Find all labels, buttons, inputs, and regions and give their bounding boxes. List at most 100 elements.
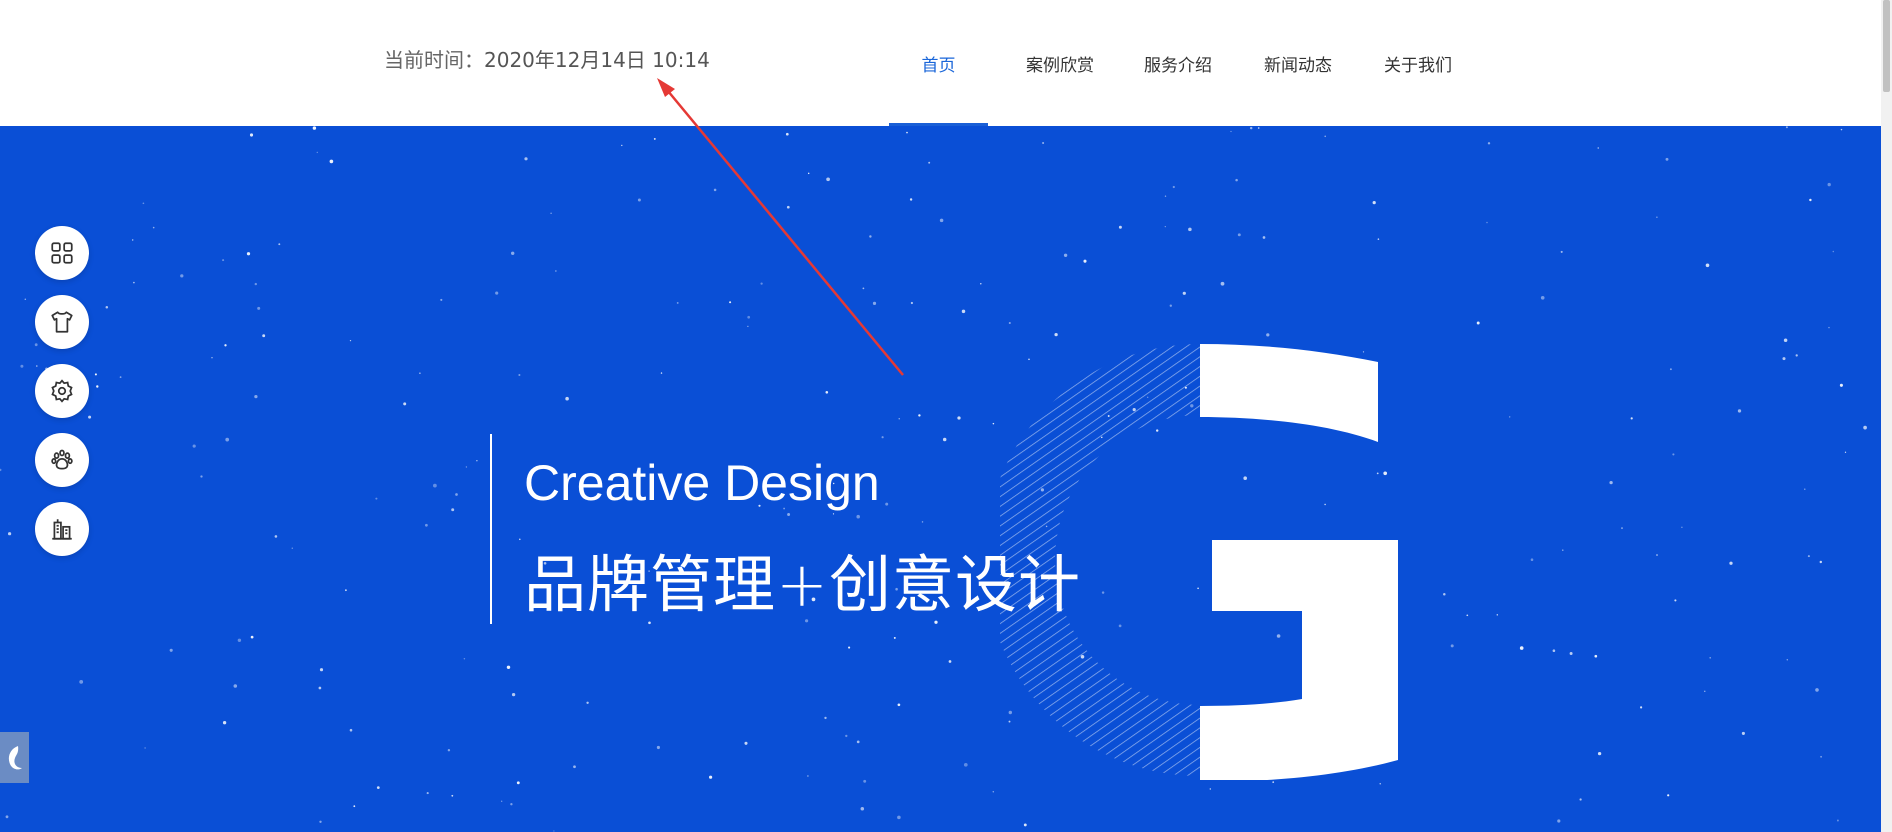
star [1220,281,1225,286]
star [729,301,732,304]
star [881,436,884,439]
star [1063,253,1068,257]
nav-item-services[interactable]: 服务介绍 [1128,0,1228,126]
star [1665,157,1669,161]
star [1450,644,1454,648]
star [980,283,982,285]
building-icon [52,519,72,540]
star [1795,354,1798,357]
star [637,198,641,202]
star [1674,599,1677,602]
star [224,344,227,347]
star [133,281,135,284]
star [906,131,908,134]
star [222,721,227,725]
star [1840,128,1843,131]
star [1704,690,1706,692]
star [1164,195,1167,197]
star [856,514,860,519]
hero-banner: Creative Design 品牌管理+创意设计 [0,126,1881,832]
star [573,765,576,769]
star [826,177,830,182]
star [1508,416,1511,418]
star [1519,646,1524,650]
star [291,547,294,550]
star [5,815,9,819]
star [1054,332,1058,337]
nav-item-label: 案例欣赏 [1026,55,1094,76]
star [1466,614,1469,617]
star [1786,659,1789,661]
star [349,339,352,342]
star [676,301,679,304]
star [1262,236,1266,239]
star [1569,652,1573,655]
page-scrollbar[interactable] [1881,0,1892,832]
star [0,468,2,472]
star [957,416,961,420]
star [856,740,860,744]
star [1782,357,1786,361]
star [222,259,225,262]
star [709,775,713,779]
star [476,459,478,462]
side-button-building[interactable] [35,502,89,556]
star [785,132,789,136]
star [1804,488,1806,490]
star [863,779,867,783]
star [1705,263,1710,268]
nav-item-cases[interactable]: 案例欣赏 [1010,0,1110,126]
side-button-grid[interactable] [35,226,89,280]
star [824,716,827,720]
star [744,741,748,745]
star [893,636,896,639]
star [1597,751,1602,756]
star [1809,198,1812,202]
star [1594,654,1598,658]
star [88,415,92,419]
star [169,648,173,652]
nav-item-home[interactable]: 首页 [889,0,988,126]
star [180,274,184,278]
star [713,188,717,192]
star [1164,225,1166,228]
star [1815,688,1819,692]
star [1783,338,1788,343]
hero-title-en: Creative Design [524,455,880,511]
star [440,298,443,301]
corner-widget[interactable] [0,732,29,783]
star [318,686,322,690]
side-button-settings[interactable] [35,364,89,418]
star [426,792,429,795]
side-button-paw[interactable] [35,433,89,487]
star [254,394,258,399]
hero-title-cn: 品牌管理+创意设计 [524,548,1081,621]
star [524,157,528,161]
scrollbar-thumb[interactable] [1883,0,1890,92]
nav-item-news[interactable]: 新闻动态 [1248,0,1348,126]
star [1839,383,1843,387]
star [898,418,900,420]
star [1237,233,1241,237]
star [1249,126,1253,130]
star [869,235,872,238]
side-button-apparel[interactable] [35,295,89,349]
star [832,513,835,515]
star [1552,649,1556,652]
star [8,532,12,536]
star [992,791,995,793]
star [848,646,851,649]
nav-item-about[interactable]: 关于我们 [1368,0,1468,126]
star [1209,788,1212,790]
star [1579,798,1582,801]
star [1172,185,1175,189]
star [885,502,889,506]
star [1083,259,1087,263]
star [316,151,319,154]
star [465,466,468,468]
star [872,301,877,306]
star [948,660,952,663]
star [1042,141,1045,145]
star [786,205,790,209]
star [1832,250,1835,253]
